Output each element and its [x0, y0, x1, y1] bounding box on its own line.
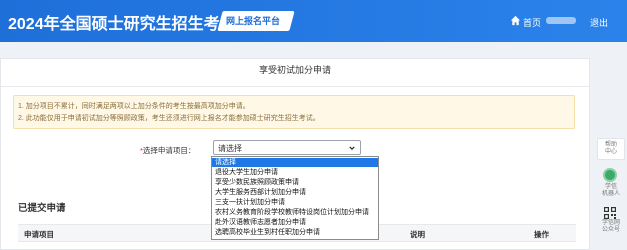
robot-icon[interactable] [603, 168, 617, 182]
column-apply-item: 申请项目 [24, 230, 54, 239]
dropdown-option[interactable]: 三支一扶计划加分申请 [212, 198, 378, 207]
site-title: 2024年全国硕士研究生招生考试 [8, 16, 236, 33]
nav-logout-link[interactable]: 退出 [590, 16, 608, 29]
help-center-button[interactable]: 帮助 中心 [597, 138, 625, 160]
dropdown-option[interactable]: 农村义务教育阶段学校教师特设岗位计划加分申请 [212, 208, 378, 217]
robot-label[interactable]: 学信 机器人 [597, 184, 625, 198]
platform-label: 网上报名平台 [226, 16, 281, 26]
qr-label-line-1: 学信网 [601, 220, 620, 226]
select-dropdown-list: 请选择 退役大学生加分申请 享受少数民族照顾政策申请 大学生服务西部计划加分申请… [211, 156, 379, 240]
qr-label[interactable]: 学信网 公众号 [597, 220, 625, 234]
qr-code-icon[interactable] [604, 207, 616, 219]
dropdown-option[interactable]: 请选择 [212, 158, 378, 167]
home-icon[interactable] [510, 15, 521, 26]
help-label-line-1: 帮助 [604, 142, 617, 148]
chevron-down-icon [349, 146, 355, 150]
select-label: *选择申请项目： [140, 145, 195, 156]
card-divider [0, 86, 590, 87]
notice-line-2: 2. 此功能仅用于申请初试加分等照顾政策，考生还须进行网上报名才能参加硕士研究生… [18, 115, 320, 122]
robot-label-line-2: 机器人 [601, 191, 620, 197]
dropdown-option[interactable]: 赴外汉语教师志愿者加分申请 [212, 218, 378, 227]
qr-label-line-2: 公众号 [601, 227, 620, 233]
user-name-blurred [546, 17, 576, 24]
column-actions: 操作 [534, 230, 549, 239]
notice-line-1: 1. 加分项目不累计，同时满足两项以上加分条件的考生按最高项加分申请。 [18, 103, 250, 110]
apply-item-select[interactable]: 请选择 [213, 140, 361, 155]
select-current-value: 请选择 [218, 144, 242, 153]
dropdown-option[interactable]: 大学生服务西部计划加分申请 [212, 188, 378, 197]
submitted-title: 已提交申请 [18, 203, 66, 214]
column-description: 说明 [410, 230, 425, 239]
select-label-text: 选择申请项目： [142, 146, 196, 155]
robot-label-line-1: 学信 [604, 184, 617, 190]
help-label-line-2: 中心 [604, 149, 617, 155]
dropdown-option[interactable]: 选聘高校毕业生到村任职加分申请 [212, 228, 378, 237]
card-title: 享受初试加分申请 [258, 65, 331, 75]
dropdown-option[interactable]: 享受少数民族照顾政策申请 [212, 178, 378, 187]
nav-home-link[interactable]: 首页 [523, 16, 541, 29]
dropdown-option[interactable]: 退役大学生加分申请 [212, 168, 378, 177]
